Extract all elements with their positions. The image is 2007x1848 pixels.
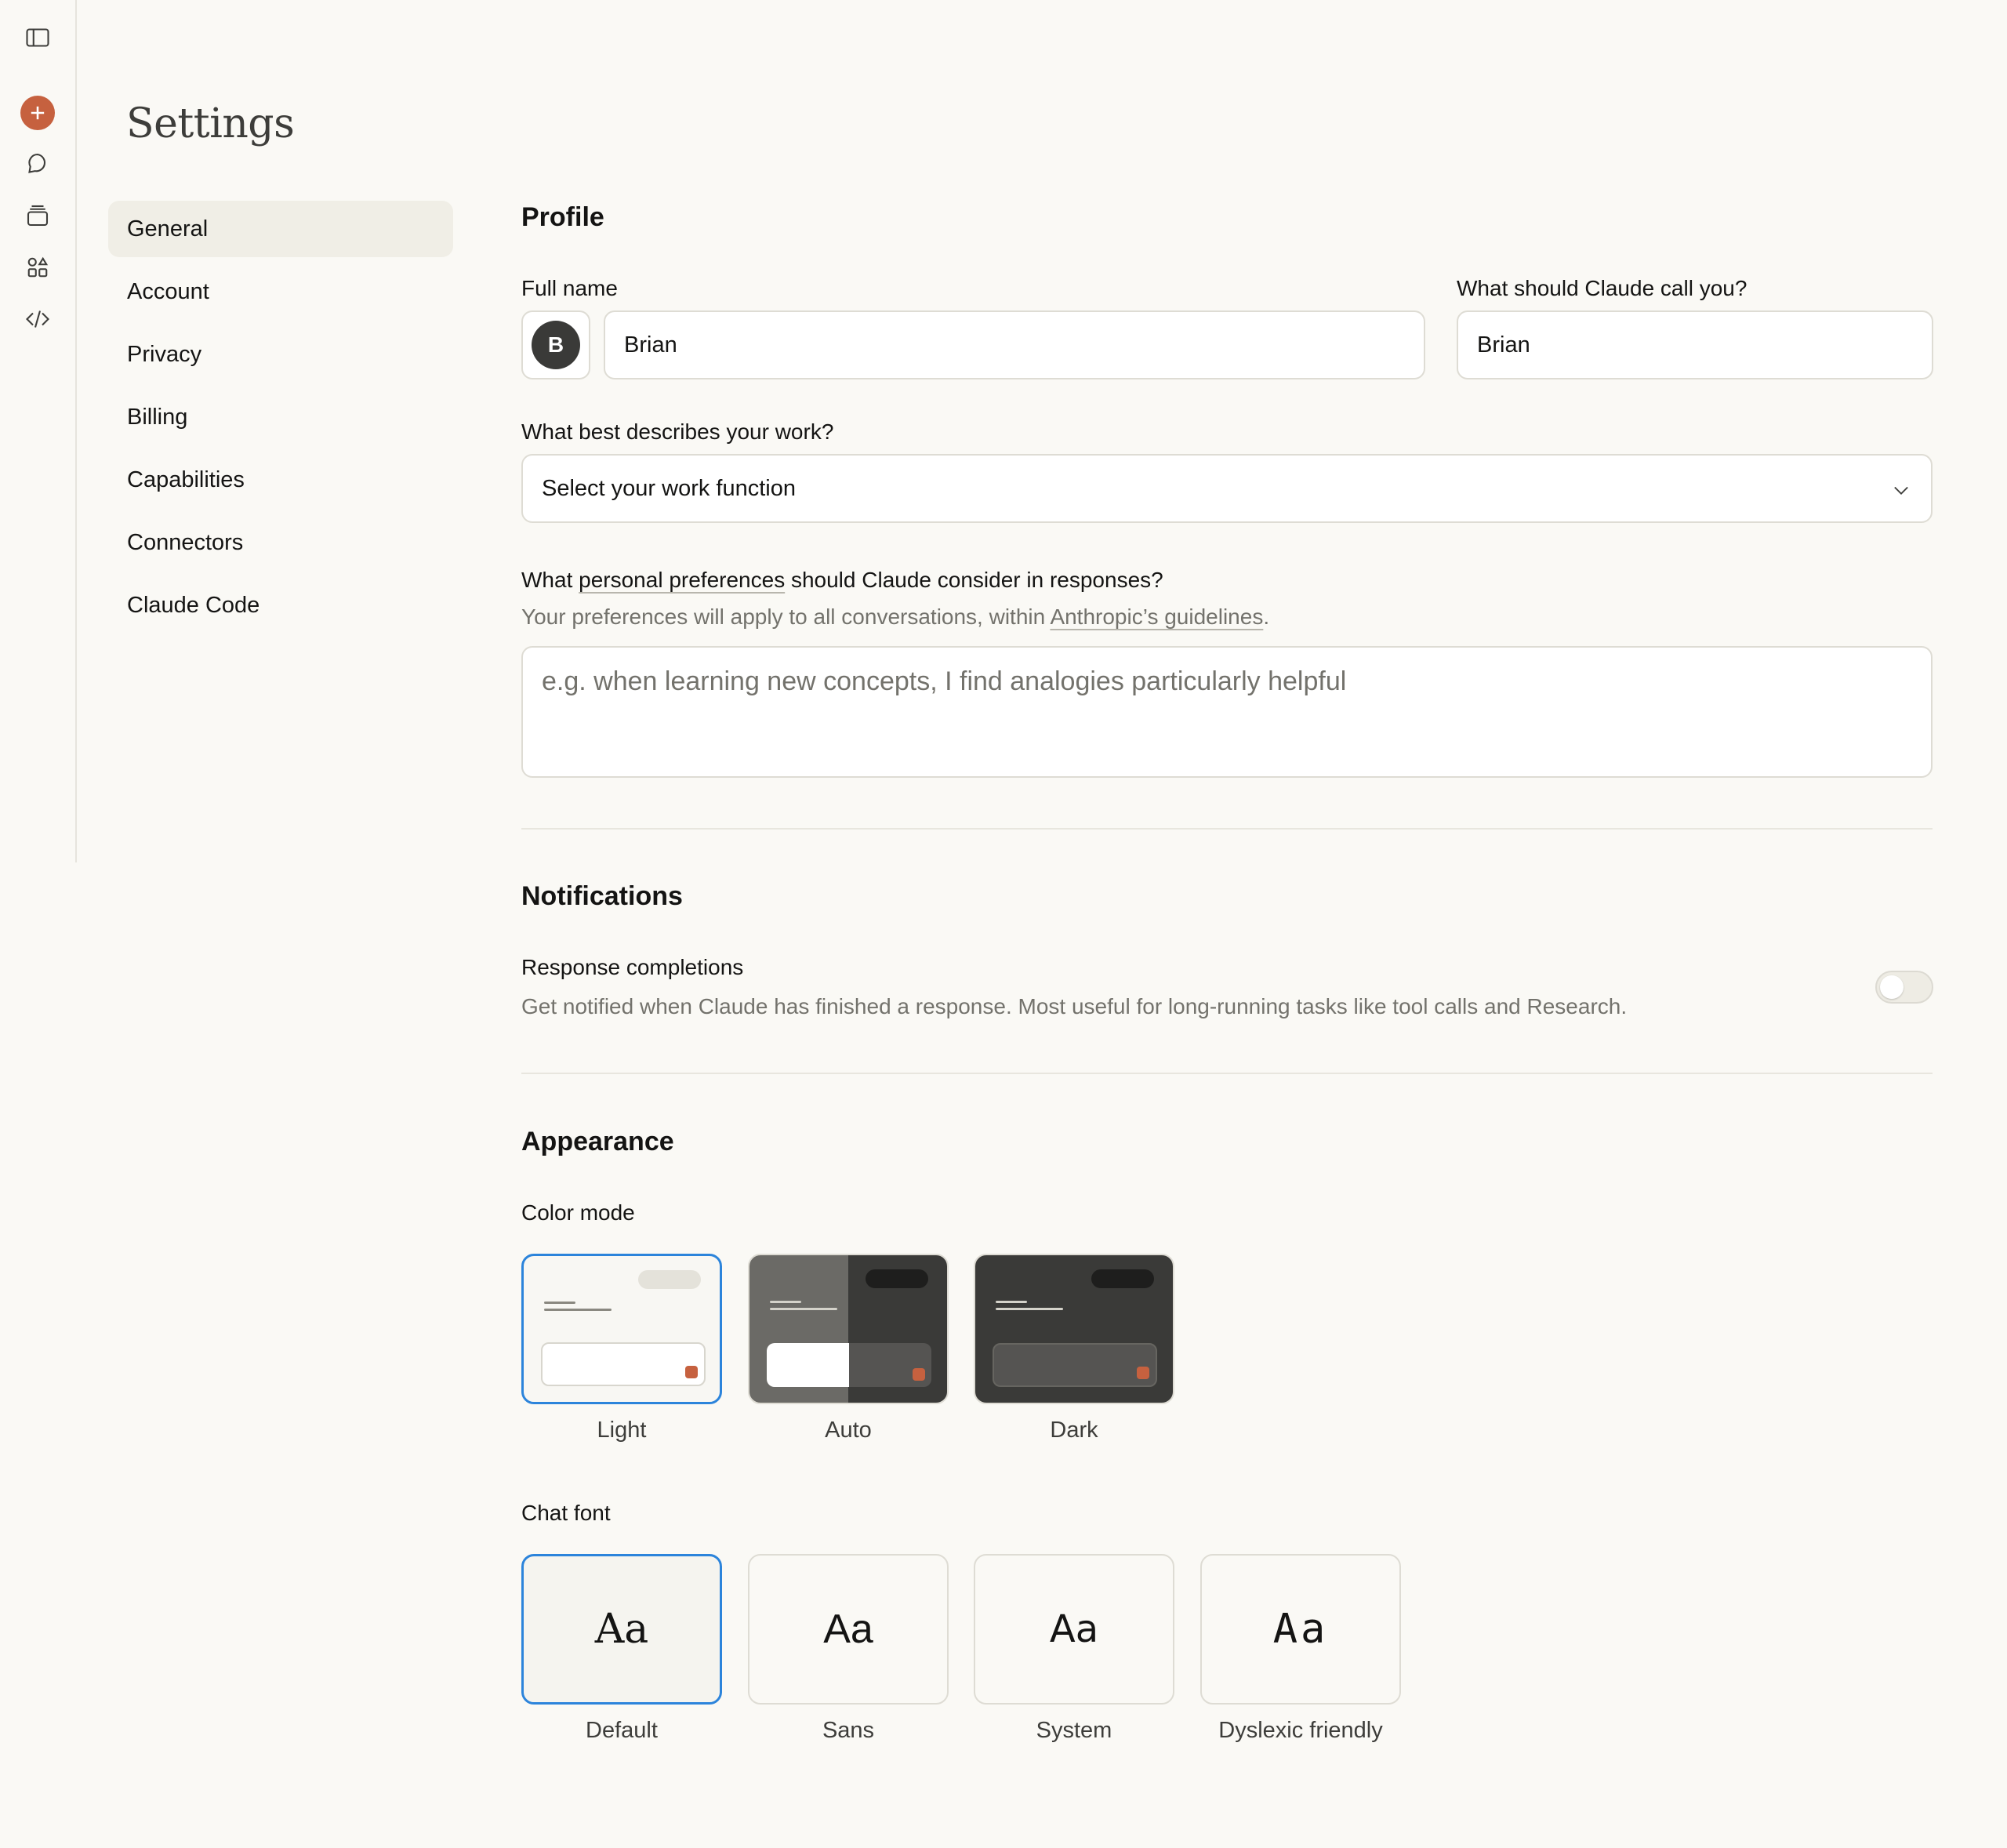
nav-item-general[interactable]: General	[108, 201, 453, 257]
preferences-label-text-end: should Claude consider in responses?	[785, 568, 1163, 592]
font-system-label: System	[1036, 1718, 1112, 1743]
new-chat-icon[interactable]	[20, 96, 55, 130]
preview-send-dot	[1137, 1367, 1149, 1379]
code-icon[interactable]	[17, 299, 58, 339]
preview-lines	[770, 1301, 837, 1315]
preview-input	[767, 1343, 931, 1387]
font-default-sample: Aa	[594, 1606, 649, 1653]
divider	[521, 828, 1933, 830]
work-function-value: Select your work function	[542, 475, 796, 501]
call-you-input[interactable]: Brian	[1457, 310, 1933, 379]
full-name-input[interactable]: Brian	[604, 310, 1425, 379]
icon-rail	[0, 0, 77, 862]
settings-nav: General Account Privacy Billing Capabili…	[108, 201, 453, 640]
preview-input	[541, 1342, 706, 1386]
divider	[521, 1073, 1933, 1074]
font-dyslexic-sample: Aa	[1272, 1606, 1329, 1653]
font-default-option[interactable]: Aa	[521, 1554, 722, 1705]
nav-item-account[interactable]: Account	[108, 263, 453, 320]
guidelines-link[interactable]: Anthropic’s guidelines	[1050, 605, 1263, 629]
color-mode-auto-option[interactable]	[748, 1254, 949, 1404]
profile-heading: Profile	[521, 202, 604, 232]
preferences-help-text: Your preferences will apply to all conve…	[521, 605, 1051, 629]
preferences-help: Your preferences will apply to all conve…	[521, 605, 1269, 630]
sidebar-toggle-icon[interactable]	[17, 17, 58, 58]
font-sans-option[interactable]: Aa	[748, 1554, 949, 1705]
nav-item-privacy[interactable]: Privacy	[108, 326, 453, 383]
response-completions-desc: Get notified when Claude has finished a …	[521, 994, 1628, 1018]
work-function-select[interactable]: Select your work function	[521, 454, 1933, 523]
preview-pill	[866, 1269, 928, 1288]
font-sans-label: Sans	[822, 1718, 875, 1743]
nav-item-billing[interactable]: Billing	[108, 389, 453, 445]
color-mode-light-option[interactable]	[521, 1254, 722, 1404]
color-mode-light-label: Light	[597, 1418, 647, 1443]
response-completions-label: Response completions	[521, 955, 744, 979]
color-mode-dark-option[interactable]	[974, 1254, 1174, 1404]
font-dyslexic-option[interactable]: Aa	[1200, 1554, 1401, 1705]
preferences-help-end: .	[1263, 605, 1270, 629]
preview-lines	[544, 1302, 612, 1316]
preferences-textarea[interactable]: e.g. when learning new concepts, I find …	[521, 646, 1933, 778]
font-sans-sample: Aa	[823, 1607, 873, 1652]
personal-preferences-link[interactable]: personal preferences	[579, 568, 785, 592]
call-you-value: Brian	[1477, 332, 1530, 358]
preview-input	[993, 1343, 1157, 1387]
nav-item-connectors[interactable]: Connectors	[108, 514, 453, 571]
preview-pill	[1091, 1269, 1154, 1288]
chevron-down-icon	[1894, 486, 1908, 495]
preview-send-dot	[913, 1368, 925, 1381]
nav-item-claude-code[interactable]: Claude Code	[108, 577, 453, 634]
notifications-heading: Notifications	[521, 881, 683, 911]
font-default-label: Default	[586, 1718, 658, 1743]
chats-icon[interactable]	[17, 143, 58, 184]
full-name-value: Brian	[624, 332, 677, 358]
page-title: Settings	[126, 100, 295, 147]
preview-send-dot	[685, 1366, 698, 1378]
color-mode-label: Color mode	[521, 1200, 635, 1225]
avatar-button[interactable]: B	[521, 310, 590, 379]
appearance-heading: Appearance	[521, 1127, 674, 1156]
avatar: B	[532, 321, 580, 369]
toggle-knob	[1880, 975, 1904, 999]
chat-font-label: Chat font	[521, 1501, 611, 1525]
font-system-option[interactable]: Aa	[974, 1554, 1174, 1705]
call-you-label: What should Claude call you?	[1457, 276, 1748, 300]
preferences-placeholder: e.g. when learning new concepts, I find …	[542, 666, 1347, 696]
preferences-label: What personal preferences should Claude …	[521, 568, 1163, 593]
font-dyslexic-label: Dyslexic friendly	[1218, 1718, 1383, 1743]
color-mode-auto-label: Auto	[825, 1418, 872, 1443]
artifacts-icon[interactable]	[17, 247, 58, 288]
full-name-label: Full name	[521, 276, 618, 300]
font-system-sample: Aa	[1049, 1607, 1099, 1651]
preview-pill	[638, 1270, 701, 1289]
preview-lines	[996, 1301, 1063, 1315]
nav-item-capabilities[interactable]: Capabilities	[108, 452, 453, 508]
response-completions-toggle[interactable]	[1875, 971, 1933, 1004]
work-label: What best describes your work?	[521, 419, 834, 444]
preferences-label-text: What	[521, 568, 579, 592]
projects-icon[interactable]	[17, 195, 58, 236]
color-mode-dark-label: Dark	[1050, 1418, 1098, 1443]
